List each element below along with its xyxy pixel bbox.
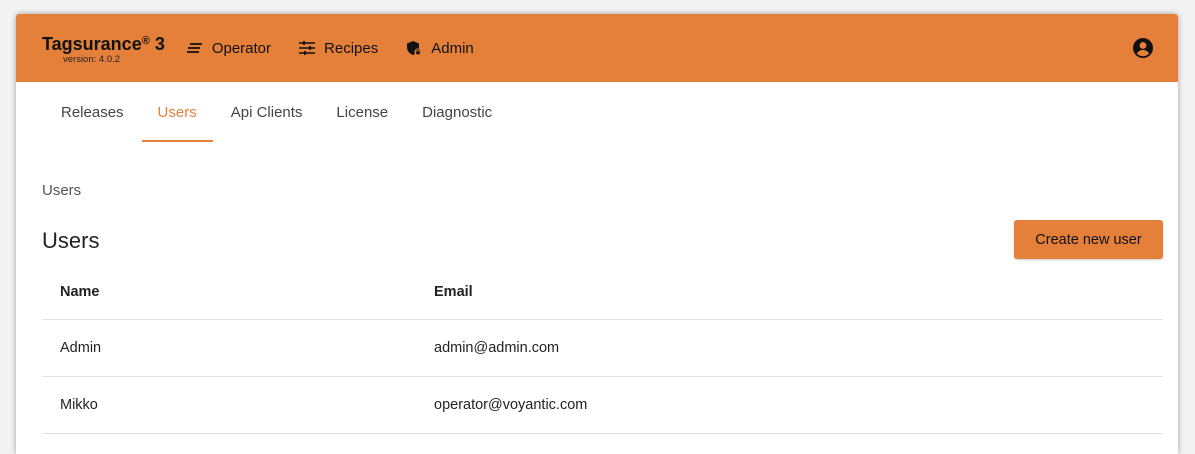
tab-users[interactable]: Users xyxy=(141,82,213,142)
create-new-user-button[interactable]: Create new user xyxy=(1014,220,1163,259)
tab-license[interactable]: License xyxy=(320,82,404,142)
screen-background: Tagsurance® 3 version: 4.0.2 Operator Re… xyxy=(0,0,1195,454)
tab-diagnostic[interactable]: Diagnostic xyxy=(406,82,508,142)
column-header-email[interactable]: Email xyxy=(434,284,1163,300)
sliders-icon xyxy=(299,41,316,55)
lines-icon xyxy=(186,43,202,53)
column-header-name[interactable]: Name xyxy=(42,284,434,300)
nav-admin-label: Admin xyxy=(431,39,474,57)
users-table: Name Email Admin admin@admin.com Mikko o… xyxy=(42,264,1163,434)
app-window: Tagsurance® 3 version: 4.0.2 Operator Re… xyxy=(16,14,1178,454)
table-row[interactable]: Admin admin@admin.com xyxy=(42,320,1163,377)
account-circle-icon[interactable] xyxy=(1132,37,1154,59)
top-bar: Tagsurance® 3 version: 4.0.2 Operator Re… xyxy=(16,14,1178,82)
nav-operator-label: Operator xyxy=(211,39,272,57)
user-name: Admin xyxy=(60,340,102,356)
table-header-row: Name Email xyxy=(42,264,1163,320)
brand-registered-mark: ® xyxy=(141,35,150,47)
shield-lock-icon xyxy=(407,41,422,56)
brand-title: Tagsurance® 3 xyxy=(42,31,165,54)
tab-api-clients[interactable]: Api Clients xyxy=(215,82,319,142)
admin-tabs: Releases Users Api Clients License Diagn… xyxy=(16,82,1178,142)
nav-operator[interactable]: Operator xyxy=(186,39,272,57)
table-row[interactable]: Mikko operator@voyantic.com xyxy=(42,377,1163,434)
nav-admin[interactable]: Admin xyxy=(406,40,474,57)
brand-name: Tagsurance xyxy=(42,34,142,54)
version-label: version: 4.0.2 xyxy=(63,54,121,65)
user-email: admin@admin.com xyxy=(434,340,560,356)
user-name: Mikko xyxy=(60,397,98,413)
nav-recipes[interactable]: Recipes xyxy=(299,40,378,57)
user-email: operator@voyantic.com xyxy=(434,397,588,413)
brand-number: 3 xyxy=(149,34,165,54)
nav-recipes-label: Recipes xyxy=(324,39,379,57)
page-title: Users xyxy=(42,228,100,253)
tab-releases[interactable]: Releases xyxy=(45,82,140,142)
breadcrumb: Users xyxy=(42,182,82,199)
brand[interactable]: Tagsurance® 3 version: 4.0.2 xyxy=(42,31,165,65)
